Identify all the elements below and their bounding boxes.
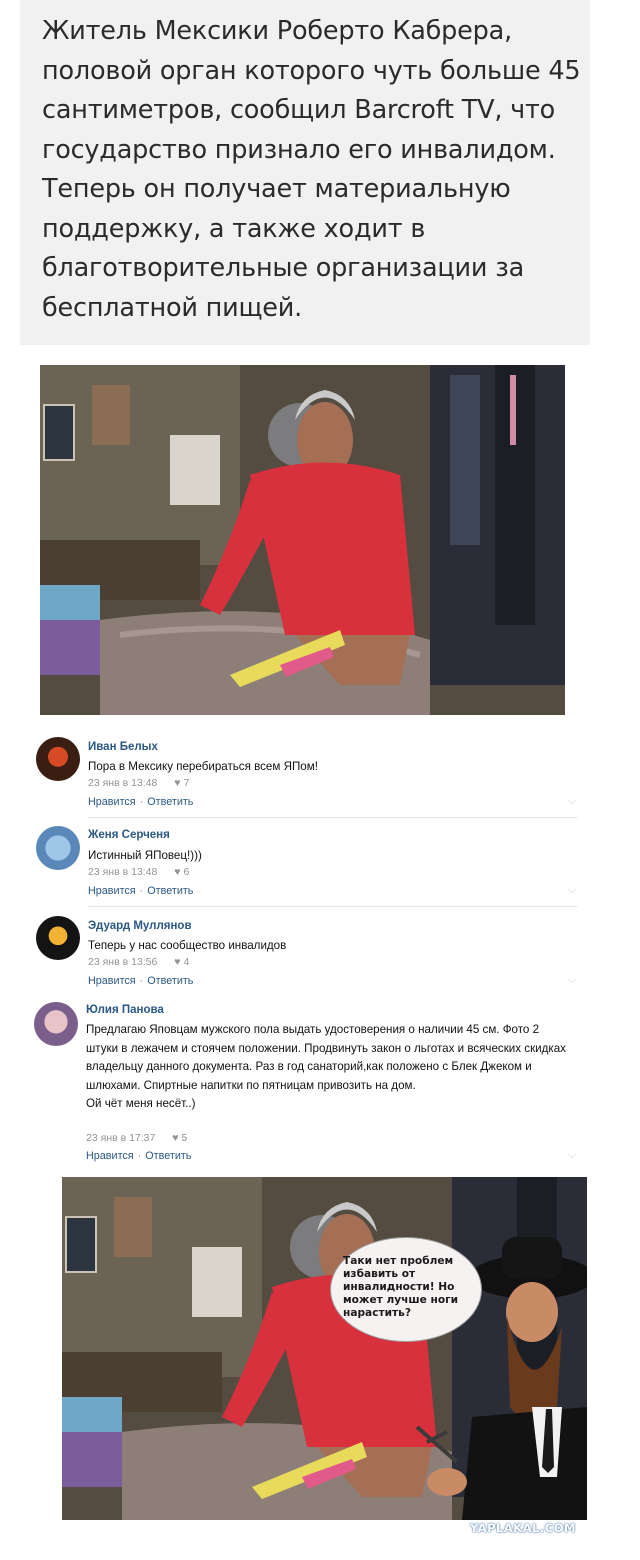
comment-date[interactable]: 23 янв в 17:37 [86,1132,155,1144]
like-count: ♥ 7 [174,777,190,789]
comment-author[interactable]: Эдуард Муллянов [88,920,192,932]
reply-button[interactable]: Ответить [147,796,193,808]
comment-meta: 23 янв в 13:48 ♥ 6 [88,866,189,878]
like-button[interactable]: Нравится [86,1150,134,1162]
comment-actions: Нравится · Ответить [86,1150,192,1162]
comment-text: Предлагаю Яповцам мужского пола выдать у… [86,1023,566,1110]
comment-text: Истинный ЯПовец!))) [88,849,202,862]
speech-bubble: Таки нет проблем избавить от инвалидност… [330,1237,482,1342]
comment-text: Пора в Мексику перебираться всем ЯПом! [88,760,318,773]
comment-author[interactable]: Иван Белых [88,741,158,753]
divider [88,817,578,818]
reply-button[interactable]: Ответить [147,975,193,987]
avatar[interactable] [36,826,80,870]
reply-button[interactable]: Ответить [145,1150,191,1162]
like-button[interactable]: Нравится [88,796,136,808]
comment-author[interactable]: Женя Серченя [88,829,170,841]
chevron-down-icon[interactable]: ⌵ [568,884,576,897]
reply-button[interactable]: Ответить [147,885,193,897]
news-photo [40,365,565,715]
avatar[interactable] [34,1002,78,1046]
heart-icon: ♥ [174,777,181,789]
divider [88,906,578,907]
news-text: Житель Мексики Роберто Кабрера, половой … [42,16,581,323]
chevron-down-icon[interactable]: ⌵ [568,795,576,808]
comment-date[interactable]: 23 янв в 13:48 [88,777,157,789]
like-count: ♥ 6 [174,866,190,878]
comment-date[interactable]: 23 янв в 13:48 [88,866,157,878]
like-count: ♥ 5 [172,1132,188,1144]
comment-actions: Нравится · Ответить [88,885,194,897]
heart-icon: ♥ [174,866,181,878]
comment-actions: Нравится · Ответить [88,796,194,808]
comment-text: Теперь у нас сообщество инвалидов [88,939,287,952]
avatar[interactable] [36,737,80,781]
heart-icon: ♥ [172,1132,179,1144]
comment-meta: 23 янв в 17:37 ♥ 5 [86,1132,187,1144]
meme-photo [62,1177,587,1520]
speech-bubble-text: Таки нет проблем избавить от инвалидност… [343,1255,459,1319]
comment-meta: 23 янв в 13:48 ♥ 7 [88,777,189,789]
comments-section: Иван Белых Пора в Мексику перебираться в… [18,730,578,1170]
photo-illustration [40,365,565,715]
like-count: ♥ 4 [174,956,190,968]
watermark: YAPLAKAL.COM [470,1521,576,1535]
comment-meta: 23 янв в 13:56 ♥ 4 [88,956,189,968]
meme-illustration [62,1177,587,1520]
news-screenshot: Житель Мексики Роберто Кабрера, половой … [20,0,590,345]
like-button[interactable]: Нравится [88,885,136,897]
comment-actions: Нравится · Ответить [88,975,194,987]
chevron-down-icon[interactable]: ⌵ [568,974,576,987]
comment-date[interactable]: 23 янв в 13:56 [88,956,157,968]
like-button[interactable]: Нравится [88,975,136,987]
heart-icon: ♥ [174,956,181,968]
comment-author[interactable]: Юлия Панова [86,1004,164,1016]
chevron-down-icon[interactable]: ⌵ [568,1149,576,1162]
avatar[interactable] [36,916,80,960]
